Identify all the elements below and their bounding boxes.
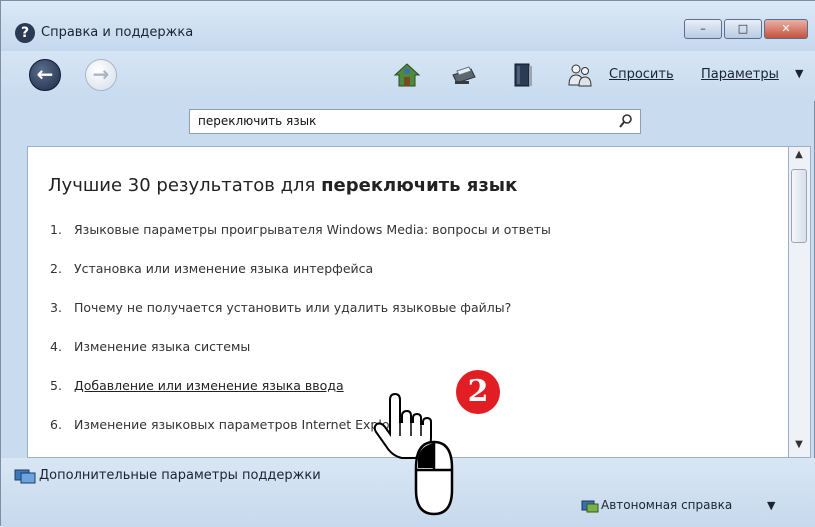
back-arrow-icon: ← <box>36 62 54 86</box>
maximize-icon: □ <box>737 22 749 35</box>
browse-help-icon[interactable] <box>509 61 537 89</box>
heading-query: переключить язык <box>321 175 518 196</box>
item-number: 1. <box>50 222 62 237</box>
print-icon[interactable] <box>449 61 477 89</box>
result-link[interactable]: Изменение языковых параметров Internet E… <box>74 417 407 432</box>
help-app-icon: ? <box>15 23 35 43</box>
result-link[interactable]: Установка или изменение языка интерфейса <box>74 261 373 276</box>
item-number: 3. <box>50 300 62 315</box>
search-icon[interactable] <box>618 113 634 129</box>
forward-arrow-icon: → <box>92 62 110 86</box>
item-number: 6. <box>50 417 62 432</box>
support-icon <box>14 469 36 484</box>
item-number: 2. <box>50 261 62 276</box>
ask-people-icon[interactable] <box>566 61 594 89</box>
title-bar: ? Справка и поддержка – □ ✕ <box>1 1 815 51</box>
list-item[interactable]: 3. Почему не получается установить или уд… <box>50 300 511 315</box>
vertical-scrollbar[interactable]: ▲ ▼ <box>789 146 811 458</box>
ask-button[interactable]: Спросить <box>609 67 674 82</box>
mouse-icon <box>414 440 454 516</box>
result-link-hovered[interactable]: Добавление или изменение языка ввода <box>74 378 344 393</box>
window-title: Справка и поддержка <box>41 25 194 40</box>
maximize-button[interactable]: □ <box>724 19 762 39</box>
offline-help-menu[interactable]: Автономная справка <box>601 498 732 512</box>
search-query[interactable]: переключить язык <box>198 114 316 128</box>
scroll-thumb[interactable] <box>791 169 807 243</box>
scroll-up-icon[interactable]: ▲ <box>789 149 809 165</box>
minimize-icon: – <box>700 22 706 35</box>
minimize-button[interactable]: – <box>684 19 722 39</box>
offline-help-icon <box>581 500 599 513</box>
step-number-badge: 2 <box>456 370 500 414</box>
list-item[interactable]: 1. Языковые параметры проигрывателя Windo… <box>50 222 551 237</box>
chevron-down-icon[interactable]: ▼ <box>795 67 803 80</box>
result-link[interactable]: Языковые параметры проигрывателя Windows… <box>74 222 551 237</box>
close-button[interactable]: ✕ <box>764 19 808 39</box>
heading-prefix: Лучшие 30 результатов для <box>48 175 322 196</box>
result-link[interactable]: Изменение языка системы <box>74 339 250 354</box>
options-menu[interactable]: Параметры <box>701 67 779 82</box>
list-item[interactable]: 6. Изменение языковых параметров Internet… <box>50 417 407 432</box>
item-number: 4. <box>50 339 62 354</box>
close-icon: ✕ <box>781 22 791 35</box>
results-heading: Лучшие 30 результатов для переключить яз… <box>48 175 517 196</box>
window-controls: – □ ✕ <box>684 19 808 39</box>
result-link[interactable]: Почему не получается установить или удал… <box>74 300 511 315</box>
back-button[interactable]: ← <box>29 59 61 91</box>
more-support-link[interactable]: Дополнительные параметры поддержки <box>39 468 321 483</box>
forward-button[interactable]: → <box>85 59 117 91</box>
list-item[interactable]: 2. Установка или изменение языка интерфей… <box>50 261 373 276</box>
list-item[interactable]: 4. Изменение языка системы <box>50 339 250 354</box>
chevron-down-icon[interactable]: ▼ <box>767 499 775 512</box>
list-item[interactable]: 5. Добавление или изменение языка ввода <box>50 378 344 393</box>
item-number: 5. <box>50 378 62 393</box>
scroll-down-icon[interactable]: ▼ <box>789 439 809 455</box>
search-input[interactable]: переключить язык <box>189 109 641 134</box>
home-icon[interactable] <box>393 61 421 89</box>
